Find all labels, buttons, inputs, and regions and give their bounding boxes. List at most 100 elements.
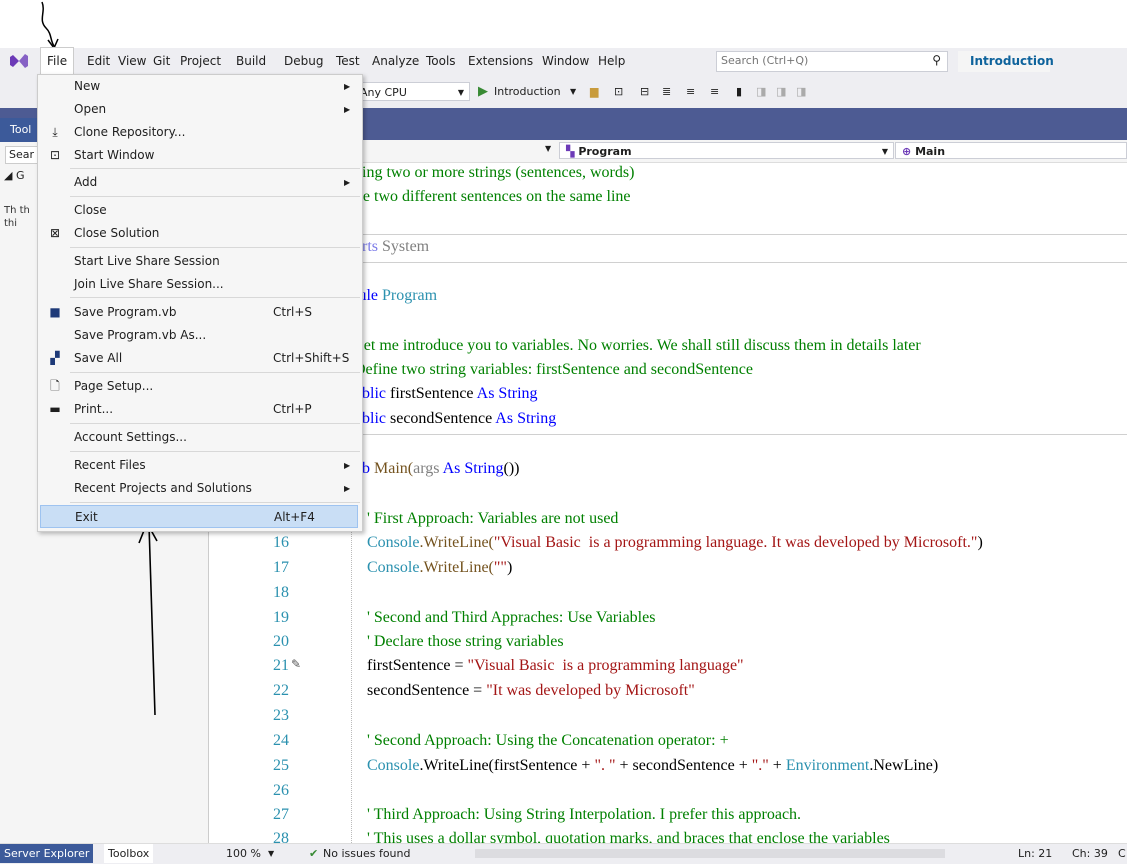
menu-window[interactable]: Window xyxy=(536,48,595,74)
line-number: 22 xyxy=(273,682,289,699)
bookmark-clear-icon[interactable]: ◨ xyxy=(796,82,806,101)
menu-git[interactable]: Git xyxy=(147,48,176,74)
col-indicator: C xyxy=(1118,847,1126,860)
menu-item-save-as[interactable]: Save Program.vb As... xyxy=(38,324,362,347)
status-bar: Server Explorer Toolbox 100 % ▼ ✔ No iss… xyxy=(0,843,1127,864)
menu-item-recent-projects[interactable]: Recent Projects and Solutions ▶ xyxy=(38,477,362,500)
issues-status[interactable]: No issues found xyxy=(323,844,410,864)
platform-dropdown[interactable]: Any CPU ▼ xyxy=(355,82,470,101)
menu-item-save[interactable]: ■ Save Program.vb Ctrl+S xyxy=(38,301,362,324)
code-line: lule Program xyxy=(354,287,438,304)
bookmark-prev-icon[interactable]: ◨ xyxy=(756,82,766,101)
folder-icon[interactable]: ▆ xyxy=(590,82,598,101)
quick-action-brush-icon[interactable]: ✎ xyxy=(291,657,301,671)
explorer-icon[interactable]: ⊟ xyxy=(640,82,649,101)
code-line: ublic firstSentence As String xyxy=(354,385,538,402)
menu-item-add[interactable]: Add ▶ xyxy=(38,171,362,194)
comment-icon[interactable]: ≡ xyxy=(686,82,695,101)
chevron-right-icon: ▶ xyxy=(344,178,351,187)
line-number: 19 xyxy=(273,609,289,626)
annotation-arrow-icon xyxy=(138,521,158,716)
menu-build[interactable]: Build xyxy=(230,48,272,74)
code-line: Let me introduce you to variables. No wo… xyxy=(354,337,921,354)
bookmark-icon[interactable]: ▮ xyxy=(736,82,742,101)
file-menu-dropdown: New ▶ Open ▶ ⤓ Clone Repository... ⊡ Start W… xyxy=(37,74,363,532)
code-line: ning two or more strings (sentences, wor… xyxy=(354,164,635,181)
visual-studio-logo-icon[interactable] xyxy=(9,52,29,70)
tab-server-explorer[interactable]: Server Explorer xyxy=(0,844,94,863)
menu-item-start-window[interactable]: ⊡ Start Window xyxy=(38,144,362,167)
class-combo-value: Program xyxy=(578,145,632,158)
line-indicator: Ln: 21 xyxy=(1018,847,1053,860)
toolbox-group[interactable]: ◢ G xyxy=(4,169,24,182)
line-number: 18 xyxy=(273,584,289,601)
menu-analyze[interactable]: Analyze xyxy=(366,48,425,74)
menu-extensions[interactable]: Extensions xyxy=(462,48,539,74)
method-combo[interactable]: ⊕ Main xyxy=(895,142,1127,159)
code-line: Console.WriteLine("Visual Basic is a pro… xyxy=(367,534,983,551)
menu-separator xyxy=(70,297,360,298)
line-number: 24 xyxy=(273,732,289,749)
menu-item-clone-repository[interactable]: ⤓ Clone Repository... xyxy=(38,121,362,144)
column-indicator: Ch: 39 xyxy=(1072,847,1108,860)
step-icon[interactable]: ≣ xyxy=(662,82,671,101)
chevron-down-icon: ▼ xyxy=(457,88,464,97)
menu-item-join-live-share[interactable]: Join Live Share Session... xyxy=(38,273,362,296)
annotation-arrow-icon xyxy=(41,1,59,48)
code-line: ublic secondSentence As String xyxy=(354,410,557,427)
window-icon[interactable]: ⊡ xyxy=(614,82,623,101)
code-line: ' Second and Third Appraches: Use Variab… xyxy=(367,609,656,626)
code-line: Console.WriteLine("") xyxy=(367,559,513,576)
menu-debug[interactable]: Debug xyxy=(278,48,329,74)
menu-edit[interactable]: Edit xyxy=(81,48,116,74)
code-line: Console.WriteLine(firstSentence + ". " +… xyxy=(367,757,939,774)
chevron-right-icon: ▶ xyxy=(344,461,351,470)
menu-item-open[interactable]: Open ▶ xyxy=(38,98,362,121)
save-icon: ■ xyxy=(49,305,61,319)
menu-item-recent-files[interactable]: Recent Files ▶ xyxy=(38,454,362,477)
line-number: 26 xyxy=(273,782,289,799)
zoom-level[interactable]: 100 % xyxy=(226,844,261,864)
chevron-down-icon[interactable]: ▼ xyxy=(268,844,274,864)
chevron-right-icon: ▶ xyxy=(344,105,351,114)
separator xyxy=(349,234,1127,235)
uncomment-icon[interactable]: ≡ xyxy=(710,82,719,101)
menu-project[interactable]: Project xyxy=(174,48,227,74)
menu-file[interactable]: File xyxy=(40,47,75,75)
search-icon[interactable]: ⚲ xyxy=(932,53,941,67)
menu-test[interactable]: Test xyxy=(330,48,366,74)
start-debug-icon[interactable]: ▶ xyxy=(478,82,488,101)
menu-item-close[interactable]: Close xyxy=(38,199,362,222)
search-input[interactable] xyxy=(717,52,925,69)
menu-item-exit[interactable]: Exit Alt+F4 xyxy=(40,505,358,528)
class-combo[interactable]: ▚ Program ▼ xyxy=(559,142,894,159)
bookmark-next-icon[interactable]: ◨ xyxy=(776,82,786,101)
menu-tools[interactable]: Tools xyxy=(420,48,462,74)
menu-item-start-live-share[interactable]: Start Live Share Session xyxy=(38,250,362,273)
indent-guide xyxy=(351,510,352,843)
menu-help[interactable]: Help xyxy=(592,48,631,74)
horizontal-scrollbar[interactable] xyxy=(475,849,945,858)
tab-toolbox[interactable]: Toolbox xyxy=(104,844,154,863)
menu-item-page-setup[interactable]: 🗋 Page Setup... xyxy=(38,375,362,398)
menu-item-account-settings[interactable]: Account Settings... xyxy=(38,426,362,449)
code-line: ' First Approach: Variables are not used xyxy=(367,510,619,527)
chevron-right-icon: ▶ xyxy=(344,484,351,493)
line-number: 25 xyxy=(273,757,289,774)
menu-separator xyxy=(70,247,360,248)
menu-item-new[interactable]: New ▶ xyxy=(38,75,362,98)
start-debug-button[interactable]: Introduction xyxy=(494,82,561,101)
toolbox-note: Th th thi xyxy=(4,205,30,229)
chevron-down-icon: ▼ xyxy=(881,147,888,156)
solution-name-button[interactable]: Introduction xyxy=(958,51,1054,72)
menu-separator xyxy=(70,196,360,197)
clone-icon: ⤓ xyxy=(52,125,58,139)
menu-item-save-all[interactable]: ▞ Save All Ctrl+Shift+S xyxy=(38,347,362,370)
code-line: ub Main(args As String()) xyxy=(354,460,520,477)
chevron-down-icon[interactable]: ▼ xyxy=(570,82,576,101)
menu-item-print[interactable]: ▬ Print... Ctrl+P xyxy=(38,398,362,421)
search-box[interactable]: ⚲ xyxy=(716,51,948,72)
menu-item-close-solution[interactable]: ⊠ Close Solution xyxy=(38,222,362,245)
chevron-down-icon[interactable]: ▼ xyxy=(545,144,551,153)
class-icon: ▚ xyxy=(566,145,575,158)
